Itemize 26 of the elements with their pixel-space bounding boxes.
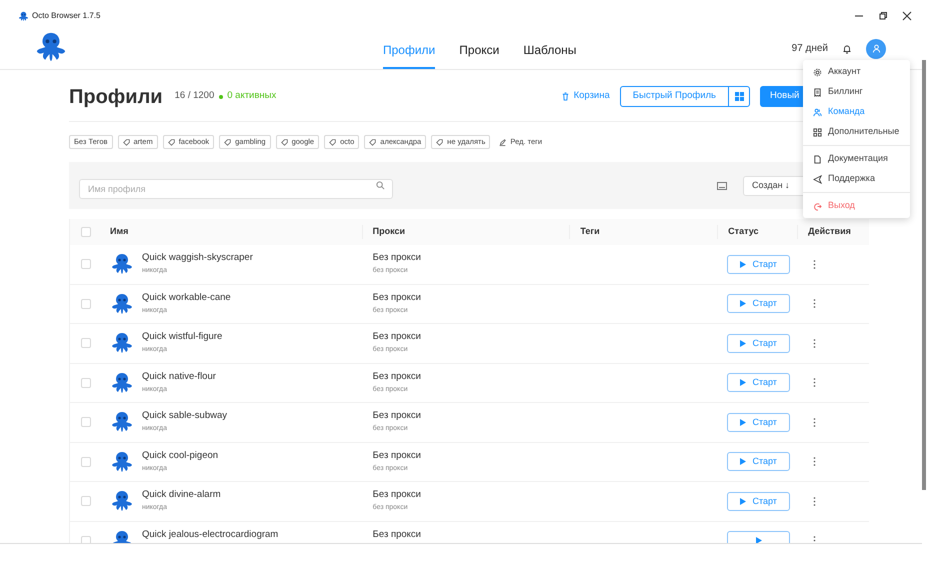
proxy-name: Без прокси xyxy=(372,370,422,383)
profile-name: Quick cool-pigeon xyxy=(142,448,218,462)
profile-name: Quick jealous-electrocardiogram xyxy=(142,528,278,541)
column-header: Теги xyxy=(580,226,600,236)
window-title: Octo Browser 1.7.5 xyxy=(32,10,100,22)
proxy-name: Без прокси xyxy=(372,528,422,541)
column-header: Статус xyxy=(728,226,759,236)
active-count: 0 активных xyxy=(227,89,276,104)
profile-name: Quick sable-subway xyxy=(142,409,228,422)
profile-count: 16 / 1200 xyxy=(174,89,214,104)
profile-name: Quick waggish-skyscraper xyxy=(142,251,253,264)
page-title: Профили xyxy=(69,84,163,110)
proxy-name: Без прокси xyxy=(372,409,422,422)
column-header: Действия xyxy=(808,226,851,236)
column-header: Имя xyxy=(110,226,128,236)
column-header: Прокси xyxy=(372,226,406,236)
subscription-days: 97 дней xyxy=(792,41,828,56)
proxy-name: Без прокси xyxy=(372,290,422,304)
profile-name: Quick workable-cane xyxy=(142,290,231,304)
profile-name: Quick wistful-figure xyxy=(142,330,222,344)
profile-name: Quick native-flour xyxy=(142,370,216,383)
proxy-name: Без прокси xyxy=(372,488,422,502)
proxy-name: Без прокси xyxy=(372,448,422,462)
proxy-name: Без прокси xyxy=(372,330,422,344)
proxy-name: Без прокси xyxy=(372,251,422,264)
profile-name: Quick divine-alarm xyxy=(142,488,221,502)
